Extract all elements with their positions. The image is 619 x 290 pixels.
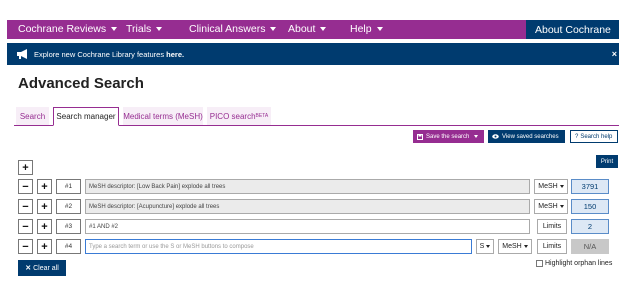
nav-label: Clinical Answers (189, 23, 266, 35)
caret-down-icon (111, 27, 118, 31)
tab-label: Search (19, 111, 46, 121)
close-icon[interactable]: × (612, 49, 617, 59)
nav-cochrane-reviews[interactable]: Cochrane Reviews (18, 23, 118, 35)
nav-label: Help (350, 23, 372, 35)
tab-search[interactable]: Search (16, 107, 49, 125)
result-count: N/A (571, 239, 609, 254)
search-line-query[interactable]: #1 AND #2 (85, 219, 530, 234)
s-dropdown-label: S (479, 243, 485, 250)
remove-line-button[interactable]: − (18, 219, 33, 234)
megaphone-icon (17, 49, 27, 59)
insert-line-button[interactable]: + (37, 219, 52, 234)
nav-label: Cochrane Reviews (18, 23, 107, 35)
clear-all-button[interactable]: ✕ Clear all (18, 260, 66, 276)
caret-down-icon (376, 27, 383, 31)
caret-down-icon (559, 205, 564, 208)
line-number: #4 (56, 239, 81, 254)
close-icon: ✕ (25, 265, 32, 272)
tab-label: PICO search (209, 111, 256, 121)
caret-down-icon (559, 185, 564, 188)
limits-button[interactable]: Limits (537, 219, 567, 234)
insert-line-button[interactable]: + (37, 179, 52, 194)
caret-down-icon (523, 245, 528, 248)
about-cochrane-label: About Cochrane (535, 23, 611, 36)
nav-clinical-answers[interactable]: Clinical Answers (189, 23, 277, 35)
about-cochrane-button[interactable]: About Cochrane (526, 20, 619, 39)
result-count-link[interactable]: 150 (571, 199, 609, 214)
top-navigation: Cochrane Reviews Trials Clinical Answers… (7, 20, 619, 39)
limits-button[interactable]: Limits (537, 239, 567, 254)
result-count-link[interactable]: 2 (571, 219, 609, 234)
nav-help[interactable]: Help (350, 23, 383, 35)
tab-label: Search manager (56, 112, 116, 121)
s-dropdown[interactable]: S (476, 239, 494, 254)
nav-about[interactable]: About (288, 23, 327, 35)
tab-search-manager[interactable]: Search manager (53, 107, 119, 126)
line-number: #1 (56, 179, 81, 194)
banner-message: Explore new Cochrane Library features (34, 49, 167, 59)
nav-trials[interactable]: Trials (126, 23, 163, 35)
remove-line-button[interactable]: − (18, 179, 33, 194)
result-count-link[interactable]: 3791 (571, 179, 609, 194)
tab-medical-terms[interactable]: Medical terms (MeSH) (123, 107, 203, 125)
search-line-query[interactable]: MeSH descriptor: [Low Back Pain] explode… (85, 179, 530, 194)
tab-label: Medical terms (MeSH) (123, 111, 203, 121)
caret-down-icon (320, 27, 327, 31)
save-icon (417, 133, 423, 140)
banner-text: Explore new Cochrane Library features he… (34, 50, 184, 59)
search-help-label: Search help (580, 133, 613, 140)
caret-down-icon (156, 27, 163, 31)
page-title: Advanced Search (18, 75, 144, 92)
mesh-dropdown-label: MeSH (538, 183, 558, 190)
mesh-dropdown[interactable]: MeSH (534, 179, 568, 194)
search-term-input[interactable]: Type a search term or use the S or MeSH … (85, 239, 472, 254)
mesh-dropdown[interactable]: MeSH (534, 199, 568, 214)
search-line-query[interactable]: MeSH descriptor: [Acupuncture] explode a… (85, 199, 530, 214)
nav-label: Trials (126, 23, 152, 35)
caret-down-icon (486, 245, 491, 248)
highlight-orphan-label: Highlight orphan lines (545, 260, 613, 267)
features-banner: Explore new Cochrane Library features he… (7, 43, 619, 65)
highlight-orphan-toggle[interactable]: Highlight orphan lines (536, 260, 612, 267)
help-icon: ? (575, 133, 579, 140)
banner-link[interactable]: here. (166, 50, 184, 59)
caret-down-icon (474, 135, 479, 138)
insert-line-button[interactable]: + (37, 239, 52, 254)
save-search-label: Save the search (426, 133, 470, 140)
caret-down-icon (270, 27, 277, 31)
insert-line-button[interactable]: + (37, 199, 52, 214)
clear-all-label: Clear all (33, 264, 59, 272)
tab-pico-search[interactable]: PICO search BETA (207, 107, 271, 125)
nav-label: About (288, 23, 316, 35)
mesh-dropdown[interactable]: MeSH (498, 239, 532, 254)
view-saved-label: View saved searches (502, 133, 559, 140)
add-line-button[interactable]: + (18, 160, 33, 175)
view-saved-searches-button[interactable]: View saved searches (488, 130, 565, 143)
search-help-button[interactable]: ? Search help (570, 130, 618, 143)
remove-line-button[interactable]: − (18, 199, 33, 214)
mesh-dropdown-label: MeSH (502, 243, 522, 250)
print-button[interactable]: Print (596, 155, 618, 168)
beta-badge: BETA (255, 113, 269, 119)
highlight-orphan-checkbox[interactable] (536, 260, 543, 267)
mesh-dropdown-label: MeSH (538, 203, 558, 210)
remove-line-button[interactable]: − (18, 239, 33, 254)
line-number: #3 (56, 219, 81, 234)
save-search-button[interactable]: Save the search (413, 130, 484, 143)
eye-icon (492, 134, 499, 139)
line-number: #2 (56, 199, 81, 214)
